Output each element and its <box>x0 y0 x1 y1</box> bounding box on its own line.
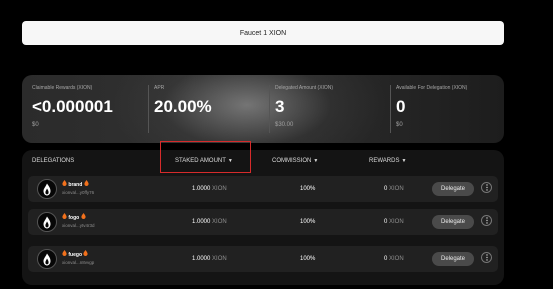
flame-logo-icon <box>43 216 51 228</box>
staked-amount: 1.0000 XION <box>192 219 227 225</box>
stat-value: <0.000001 <box>32 97 113 116</box>
stats-panel: Claimable Rewards (XION) <0.000001 $0 AP… <box>22 75 504 143</box>
commission-value: 100% <box>300 186 316 192</box>
rewards-value: 0 <box>384 219 388 225</box>
staked-amount: 1.0000 XION <box>192 256 227 262</box>
stat-label: Claimable Rewards (XION) <box>32 85 93 91</box>
fire-icon <box>62 180 67 186</box>
header-rewards[interactable]: REWARDS ▼ <box>369 158 406 164</box>
validator-name-text: fuego <box>68 252 82 258</box>
more-vertical-icon[interactable] <box>481 252 492 263</box>
staked-unit: XION <box>212 256 227 262</box>
header-label: REWARDS <box>369 158 400 164</box>
stat-delegated-amount: Delegated Amount (XION) 3 $30.00 <box>268 85 334 133</box>
staked-value: 1.0000 <box>192 256 211 262</box>
validator-address: xionval...ytv4r3d <box>62 223 95 228</box>
stat-label: Available For Delegation (XION) <box>396 85 468 91</box>
validator-name[interactable]: fuego <box>62 250 88 258</box>
header-label: COMMISSION <box>272 158 312 164</box>
flame-logo-icon <box>43 183 51 195</box>
rewards-unit: XION <box>389 256 404 262</box>
rewards-unit: XION <box>389 219 404 225</box>
table-row: fogo xionval...ytv4r3d 1.0000 XION 100% … <box>28 209 498 235</box>
commission-value: 100% <box>300 219 316 225</box>
validator-avatar <box>37 249 57 269</box>
rewards-amount: 0 XION <box>384 256 404 262</box>
faucet-button[interactable]: Faucet 1 XION <box>22 21 504 45</box>
fire-icon <box>84 180 89 186</box>
stat-label: Delegated Amount (XION) <box>275 85 334 91</box>
rewards-amount: 0 XION <box>384 219 404 225</box>
stat-sub: $30.00 <box>275 122 294 128</box>
staked-value: 1.0000 <box>192 219 211 225</box>
validator-address: xionval...n8vvgp <box>62 260 95 265</box>
header-delegations: DELEGATIONS <box>32 158 75 164</box>
staked-unit: XION <box>212 219 227 225</box>
delegations-table: DELEGATIONS STAKED AMOUNT ▼ COMMISSION ▼ R… <box>22 141 504 285</box>
stat-available-for-delegation: Available For Delegation (XION) 0 $0 <box>389 85 468 133</box>
delegate-button[interactable]: Delegate <box>432 252 474 266</box>
stat-value: 3 <box>275 97 285 116</box>
caret-down-icon: ▼ <box>401 158 407 164</box>
fire-icon <box>62 213 67 219</box>
delegate-button[interactable]: Delegate <box>432 182 474 196</box>
staked-value: 1.0000 <box>192 186 211 192</box>
stat-label: APR <box>154 85 165 91</box>
staked-unit: XION <box>212 186 227 192</box>
validator-name[interactable]: brand <box>62 180 89 188</box>
commission-value: 100% <box>300 256 316 262</box>
stat-claimable-rewards: Claimable Rewards (XION) <0.000001 $0 <box>32 85 113 133</box>
stat-value: 20.00% <box>154 97 212 116</box>
rewards-value: 0 <box>384 186 388 192</box>
fire-icon <box>83 250 88 256</box>
table-row: fuego xionval...n8vvgp 1.0000 XION 100% … <box>28 246 498 272</box>
more-vertical-icon[interactable] <box>481 182 492 193</box>
caret-down-icon: ▼ <box>313 158 319 164</box>
stat-value: 0 <box>396 97 406 116</box>
staked-amount: 1.0000 XION <box>192 186 227 192</box>
validator-name-text: fogo <box>68 215 80 221</box>
validator-avatar <box>37 212 57 232</box>
rewards-amount: 0 XION <box>384 186 404 192</box>
validator-name[interactable]: fogo <box>62 213 86 221</box>
fire-icon <box>62 250 67 256</box>
stat-sub: $0 <box>32 122 39 128</box>
rewards-unit: XION <box>389 186 404 192</box>
fire-icon <box>81 213 86 219</box>
flame-logo-icon <box>43 253 51 265</box>
stat-apr: APR 20.00% <box>148 85 212 133</box>
header-commission[interactable]: COMMISSION ▼ <box>272 158 318 164</box>
stat-sub: $0 <box>396 122 403 128</box>
rewards-value: 0 <box>384 256 388 262</box>
delegate-button[interactable]: Delegate <box>432 215 474 229</box>
table-row: brand xionval...y0ffy76 1.0000 XION 100%… <box>28 176 498 202</box>
validator-name-text: brand <box>68 182 83 188</box>
highlight-box <box>160 141 251 173</box>
more-vertical-icon[interactable] <box>481 215 492 226</box>
validator-address: xionval...y0ffy76 <box>62 190 95 195</box>
validator-avatar <box>37 179 57 199</box>
